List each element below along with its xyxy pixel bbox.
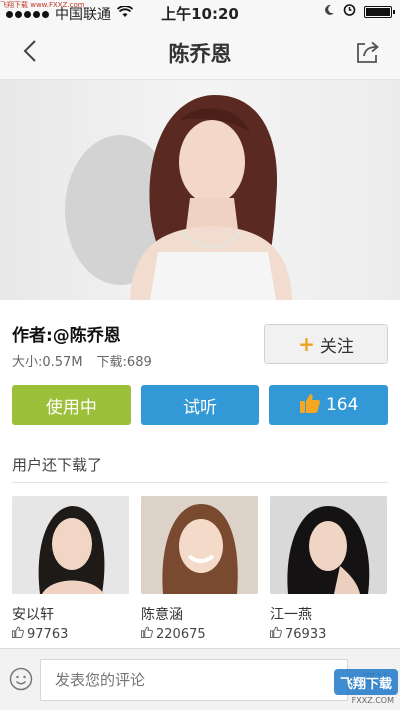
thumbs-up-icon	[270, 626, 282, 642]
brand-logo: 飞翔下载 FXXZ.COM	[333, 669, 398, 705]
brand-logo-site: FXXZ.COM	[351, 696, 394, 705]
related-name: 安以轩	[12, 607, 54, 623]
download-count: 下载:689	[96, 355, 152, 370]
share-icon[interactable]	[354, 38, 382, 66]
related-item[interactable]: 陈意涵 220675	[141, 496, 258, 642]
thumbs-up-icon	[141, 626, 153, 642]
status-bar: 中国联通 上午10:20 飞翔下载 www.FXXZ.com	[0, 0, 400, 24]
related-count-value: 97763	[27, 626, 69, 642]
alarm-icon	[343, 3, 356, 20]
thumbs-up-icon	[12, 626, 24, 642]
related-thumbnail	[141, 496, 258, 594]
artist-photo	[0, 80, 400, 300]
related-name: 江一燕	[270, 607, 312, 623]
ringtone-info: 作者:@陈乔恩 大小:0.57M 下载:689 + 关注	[0, 300, 400, 372]
follow-label: 关注	[319, 336, 354, 357]
follow-button[interactable]: + 关注	[264, 324, 388, 364]
related-thumbnail	[12, 496, 129, 594]
like-button[interactable]: 164	[269, 385, 389, 425]
listen-button[interactable]: 试听	[140, 385, 260, 425]
watermark: 飞翔下载 www.FXXZ.com	[0, 1, 85, 9]
related-section-title: 用户还下载了	[12, 456, 103, 474]
ringtone-meta: 大小:0.57M 下载:689	[12, 351, 152, 370]
author-name[interactable]: 作者:@陈乔恩	[12, 321, 121, 346]
related-name: 陈意涵	[141, 607, 183, 623]
related-item[interactable]: 安以轩 97763	[12, 496, 129, 642]
divider	[12, 482, 388, 483]
status-bar-right	[323, 3, 395, 20]
use-button[interactable]: 使用中	[12, 385, 131, 425]
related-grid: 安以轩 97763 陈意涵 220675 江一燕 76933	[12, 496, 388, 642]
related-thumbnail	[270, 496, 387, 594]
comment-input[interactable]	[40, 659, 348, 701]
moon-icon	[323, 4, 335, 20]
like-count: 164	[325, 395, 359, 415]
emoji-icon[interactable]	[9, 667, 33, 691]
page-title: 陈乔恩	[168, 42, 232, 66]
file-size: 大小:0.57M	[12, 355, 83, 370]
nav-bar: 陈乔恩	[0, 24, 400, 80]
plus-icon: +	[298, 332, 315, 356]
related-count-value: 76933	[285, 626, 327, 642]
related-count-value: 220675	[156, 626, 206, 642]
related-count: 220675	[141, 626, 258, 642]
thumbs-up-icon	[299, 392, 321, 419]
battery-icon	[364, 5, 395, 18]
action-buttons: 使用中 试听 164	[12, 385, 389, 425]
comment-bar: 评论 飞翔下载 FXXZ.COM	[0, 648, 400, 710]
related-count: 97763	[12, 626, 129, 642]
related-count: 76933	[270, 626, 387, 642]
brand-logo-text: 飞翔下载	[339, 676, 392, 692]
related-item[interactable]: 江一燕 76933	[270, 496, 387, 642]
